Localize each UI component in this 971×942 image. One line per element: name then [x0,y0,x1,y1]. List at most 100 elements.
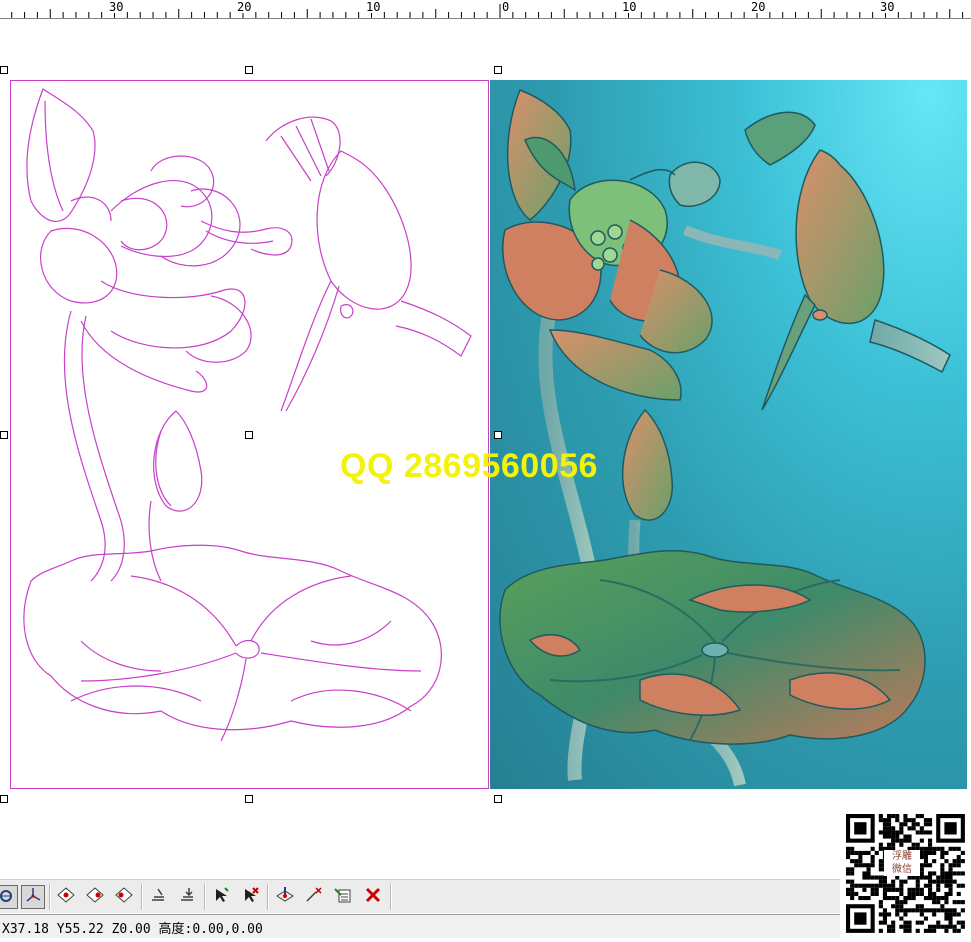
qr-module [887,814,892,819]
list-edit-icon [333,886,353,908]
qr-module [940,867,945,872]
qr-module [895,814,900,819]
qr-module [874,891,879,896]
qr-module [923,863,928,868]
delete-x-icon [364,886,382,908]
deselect-arrow-icon [241,886,259,908]
qr-module [858,863,863,868]
qr-module [944,908,949,913]
qr-module [928,928,933,933]
qr-module [891,838,896,843]
qr-module [899,916,904,921]
list-edit-button[interactable] [331,885,355,909]
toolbar-separator [204,884,206,910]
qr-module [960,859,965,864]
qr-module [903,822,908,827]
qr-module [891,826,896,831]
qr-module [944,896,949,901]
bottom-toolbar [0,879,840,913]
qr-module [866,863,871,868]
qr-module [903,912,908,917]
qr-module [928,871,933,876]
qr-module [907,920,912,925]
selection-handle-bottom-middle[interactable] [245,795,253,803]
qr-module [850,846,855,851]
qr-module [936,875,941,880]
qr-module [903,920,908,925]
view-side-button[interactable] [112,885,136,909]
selection-handle-bottom-left[interactable] [0,795,8,803]
selection-handle-top-left[interactable] [0,66,8,74]
qr-module [907,896,912,901]
qr-module [895,838,900,843]
selection-handle-middle-right[interactable] [494,431,502,439]
qr-module [907,908,912,913]
qr-module [882,822,887,827]
qr-module [870,883,875,888]
relief-render-panel[interactable] [490,80,967,789]
selection-handle-middle-left[interactable] [0,431,8,439]
qr-module [952,846,957,851]
qr-module [944,924,949,929]
qr-module [850,879,855,884]
qr-module [948,887,953,892]
qr-module [928,924,933,929]
qr-module [846,891,851,896]
qr-module [895,900,900,905]
qr-module [891,883,896,888]
qr-module [948,879,953,884]
qr-module [903,896,908,901]
qr-module [928,818,933,823]
qr-module [895,912,900,917]
qr-module [862,883,867,888]
qr-module [891,834,896,839]
view-top-icon [56,886,76,908]
qr-module [878,867,883,872]
selection-handle-center[interactable] [245,431,253,439]
qr-module [952,879,957,884]
qr-module [854,891,859,896]
qr-module [878,904,883,909]
selection-handle-top-right[interactable] [494,66,502,74]
select-arrow-button[interactable] [209,885,233,909]
qr-module [915,875,920,880]
layer-down-button[interactable] [175,885,199,909]
render-mode-button[interactable] [0,885,18,909]
qr-module [899,924,904,929]
qr-module [956,871,961,876]
view-top-button[interactable] [54,885,78,909]
qr-module [936,846,941,851]
qr-module [952,912,957,917]
ruler-label-10-left: 10 [365,0,382,14]
node-delete-button[interactable] [302,885,326,909]
qr-module [878,818,883,823]
view-iso-button[interactable] [83,885,107,909]
qr-module [866,850,871,855]
qr-module [870,887,875,892]
qr-module [919,850,924,855]
design-canvas[interactable]: QQ 2869560056 [0,19,971,862]
deselect-arrow-button[interactable] [238,885,262,909]
layer-align-button[interactable] [146,885,170,909]
qr-module [899,883,904,888]
qr-module [940,904,945,909]
qr-module [907,875,912,880]
axis-button[interactable] [21,885,45,909]
selection-handle-bottom-right[interactable] [494,795,502,803]
qr-module [866,871,871,876]
selection-handle-top-middle[interactable] [245,66,253,74]
qr-module [907,834,912,839]
node-edit-button[interactable] [273,885,297,909]
qr-module [948,891,953,896]
qr-module [911,818,916,823]
qr-module [878,814,883,819]
qr-module [944,891,949,896]
qr-module [932,879,937,884]
qr-module [928,846,933,851]
toolbar-separator [390,884,392,910]
qr-module [858,883,863,888]
qr-module [846,846,851,851]
qr-module [882,830,887,835]
qr-module [928,883,933,888]
delete-button[interactable] [361,885,385,909]
